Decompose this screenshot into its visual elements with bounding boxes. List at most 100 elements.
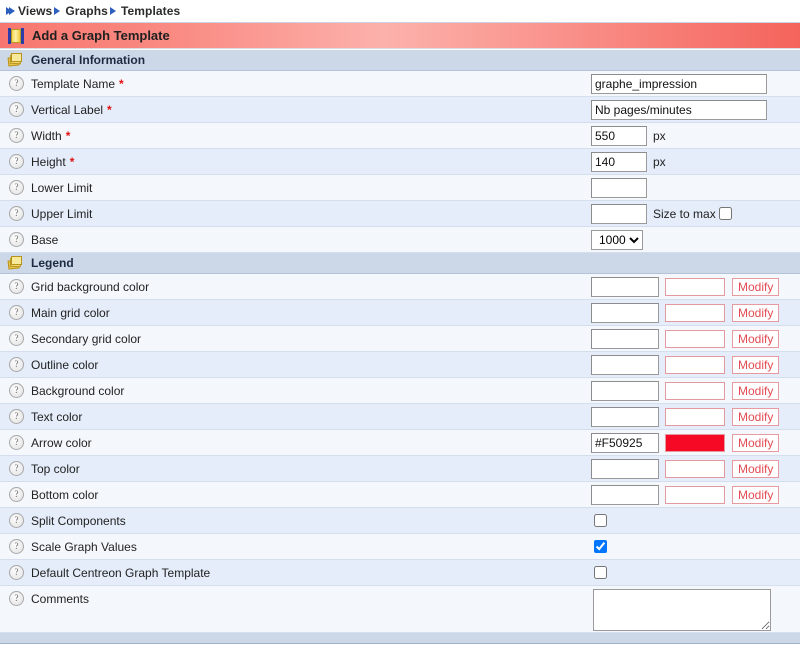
field-row-vertical-label: ? Vertical Label * xyxy=(0,97,800,123)
required-marker: * xyxy=(119,77,124,91)
bottom-color-input[interactable] xyxy=(591,485,659,505)
section-header-legend: Legend xyxy=(0,253,800,274)
help-icon[interactable]: ? xyxy=(9,206,24,221)
help-icon[interactable]: ? xyxy=(9,331,24,346)
field-label: Width xyxy=(31,129,62,143)
help-icon[interactable]: ? xyxy=(9,357,24,372)
field-row-outline-color: ? Outline color Modify xyxy=(0,352,800,378)
color-swatch xyxy=(665,434,725,452)
template-name-input[interactable] xyxy=(591,74,767,94)
field-label: Grid background color xyxy=(31,280,149,294)
width-input[interactable] xyxy=(591,126,647,146)
form-bottom-divider xyxy=(0,633,800,644)
modify-button[interactable]: Modify xyxy=(732,278,779,296)
help-icon[interactable]: ? xyxy=(9,565,24,580)
color-swatch xyxy=(665,486,725,504)
help-icon[interactable]: ? xyxy=(9,513,24,528)
field-row-bottom-color: ? Bottom color Modify xyxy=(0,482,800,508)
field-label: Main grid color xyxy=(31,306,110,320)
height-unit-label: px xyxy=(653,155,666,169)
modify-button[interactable]: Modify xyxy=(732,434,779,452)
color-swatch xyxy=(665,408,725,426)
field-row-grid-background-color: ? Grid background color Modify xyxy=(0,274,800,300)
text-color-input[interactable] xyxy=(591,407,659,427)
field-label: Lower Limit xyxy=(31,181,92,195)
field-label: Scale Graph Values xyxy=(31,540,137,554)
secondary-grid-color-input[interactable] xyxy=(591,329,659,349)
grid-background-color-input[interactable] xyxy=(591,277,659,297)
help-icon[interactable]: ? xyxy=(9,76,24,91)
comments-textarea[interactable] xyxy=(593,589,771,631)
breadcrumb-item-views[interactable]: Views xyxy=(18,4,52,18)
outline-color-input[interactable] xyxy=(591,355,659,375)
modify-button[interactable]: Modify xyxy=(732,304,779,322)
size-to-max-checkbox[interactable] xyxy=(719,207,732,220)
height-input[interactable] xyxy=(591,152,647,172)
modify-button[interactable]: Modify xyxy=(732,408,779,426)
help-icon[interactable]: ? xyxy=(9,180,24,195)
field-label: Secondary grid color xyxy=(31,332,141,346)
scale-graph-values-checkbox[interactable] xyxy=(594,540,607,553)
color-swatch xyxy=(665,382,725,400)
modify-button[interactable]: Modify xyxy=(732,330,779,348)
help-icon[interactable]: ? xyxy=(9,232,24,247)
section-header-general-information: General Information xyxy=(0,50,800,71)
field-row-height: ? Height * px xyxy=(0,149,800,175)
notes-icon xyxy=(8,53,23,67)
main-grid-color-input[interactable] xyxy=(591,303,659,323)
page-title: Add a Graph Template xyxy=(32,28,170,43)
field-row-background-color: ? Background color Modify xyxy=(0,378,800,404)
help-icon[interactable]: ? xyxy=(9,279,24,294)
help-icon[interactable]: ? xyxy=(9,461,24,476)
field-row-text-color: ? Text color Modify xyxy=(0,404,800,430)
help-icon[interactable]: ? xyxy=(9,409,24,424)
color-swatch xyxy=(665,356,725,374)
color-swatch xyxy=(665,304,725,322)
field-label: Outline color xyxy=(31,358,98,372)
field-row-comments: ? Comments xyxy=(0,586,800,633)
field-label: Split Components xyxy=(31,514,126,528)
modify-button[interactable]: Modify xyxy=(732,382,779,400)
page-title-bar: Add a Graph Template xyxy=(0,23,800,49)
default-centreon-graph-template-checkbox[interactable] xyxy=(594,566,607,579)
color-swatch xyxy=(665,330,725,348)
section-title: Legend xyxy=(31,256,74,270)
breadcrumb-item-graphs[interactable]: Graphs xyxy=(65,4,108,18)
required-marker: * xyxy=(66,129,71,143)
modify-button[interactable]: Modify xyxy=(732,356,779,374)
help-icon[interactable]: ? xyxy=(9,539,24,554)
field-row-upper-limit: ? Upper Limit Size to max xyxy=(0,201,800,227)
lower-limit-input[interactable] xyxy=(591,178,647,198)
split-components-checkbox[interactable] xyxy=(594,514,607,527)
size-to-max-label: Size to max xyxy=(653,207,716,221)
field-row-secondary-grid-color: ? Secondary grid color Modify xyxy=(0,326,800,352)
help-icon[interactable]: ? xyxy=(9,305,24,320)
modify-button[interactable]: Modify xyxy=(732,460,779,478)
field-row-top-color: ? Top color Modify xyxy=(0,456,800,482)
help-icon[interactable]: ? xyxy=(9,383,24,398)
breadcrumb-item-templates[interactable]: Templates xyxy=(121,4,180,18)
field-label: Upper Limit xyxy=(31,207,92,221)
arrow-color-input[interactable] xyxy=(591,433,659,453)
field-row-arrow-color: ? Arrow color Modify xyxy=(0,430,800,456)
top-color-input[interactable] xyxy=(591,459,659,479)
base-select[interactable]: 1000 1024 xyxy=(591,230,643,250)
breadcrumb-double-arrow-icon xyxy=(6,7,18,15)
help-icon[interactable]: ? xyxy=(9,435,24,450)
help-icon[interactable]: ? xyxy=(9,128,24,143)
field-label: Height xyxy=(31,155,66,169)
color-swatch xyxy=(665,278,725,296)
vertical-label-input[interactable] xyxy=(591,100,767,120)
required-marker: * xyxy=(70,155,75,169)
field-row-main-grid-color: ? Main grid color Modify xyxy=(0,300,800,326)
modify-button[interactable]: Modify xyxy=(732,486,779,504)
help-icon[interactable]: ? xyxy=(9,487,24,502)
required-marker: * xyxy=(107,103,112,117)
upper-limit-input[interactable] xyxy=(591,204,647,224)
field-row-lower-limit: ? Lower Limit xyxy=(0,175,800,201)
field-label: Arrow color xyxy=(31,436,92,450)
help-icon[interactable]: ? xyxy=(9,102,24,117)
background-color-input[interactable] xyxy=(591,381,659,401)
help-icon[interactable]: ? xyxy=(9,591,24,606)
help-icon[interactable]: ? xyxy=(9,154,24,169)
